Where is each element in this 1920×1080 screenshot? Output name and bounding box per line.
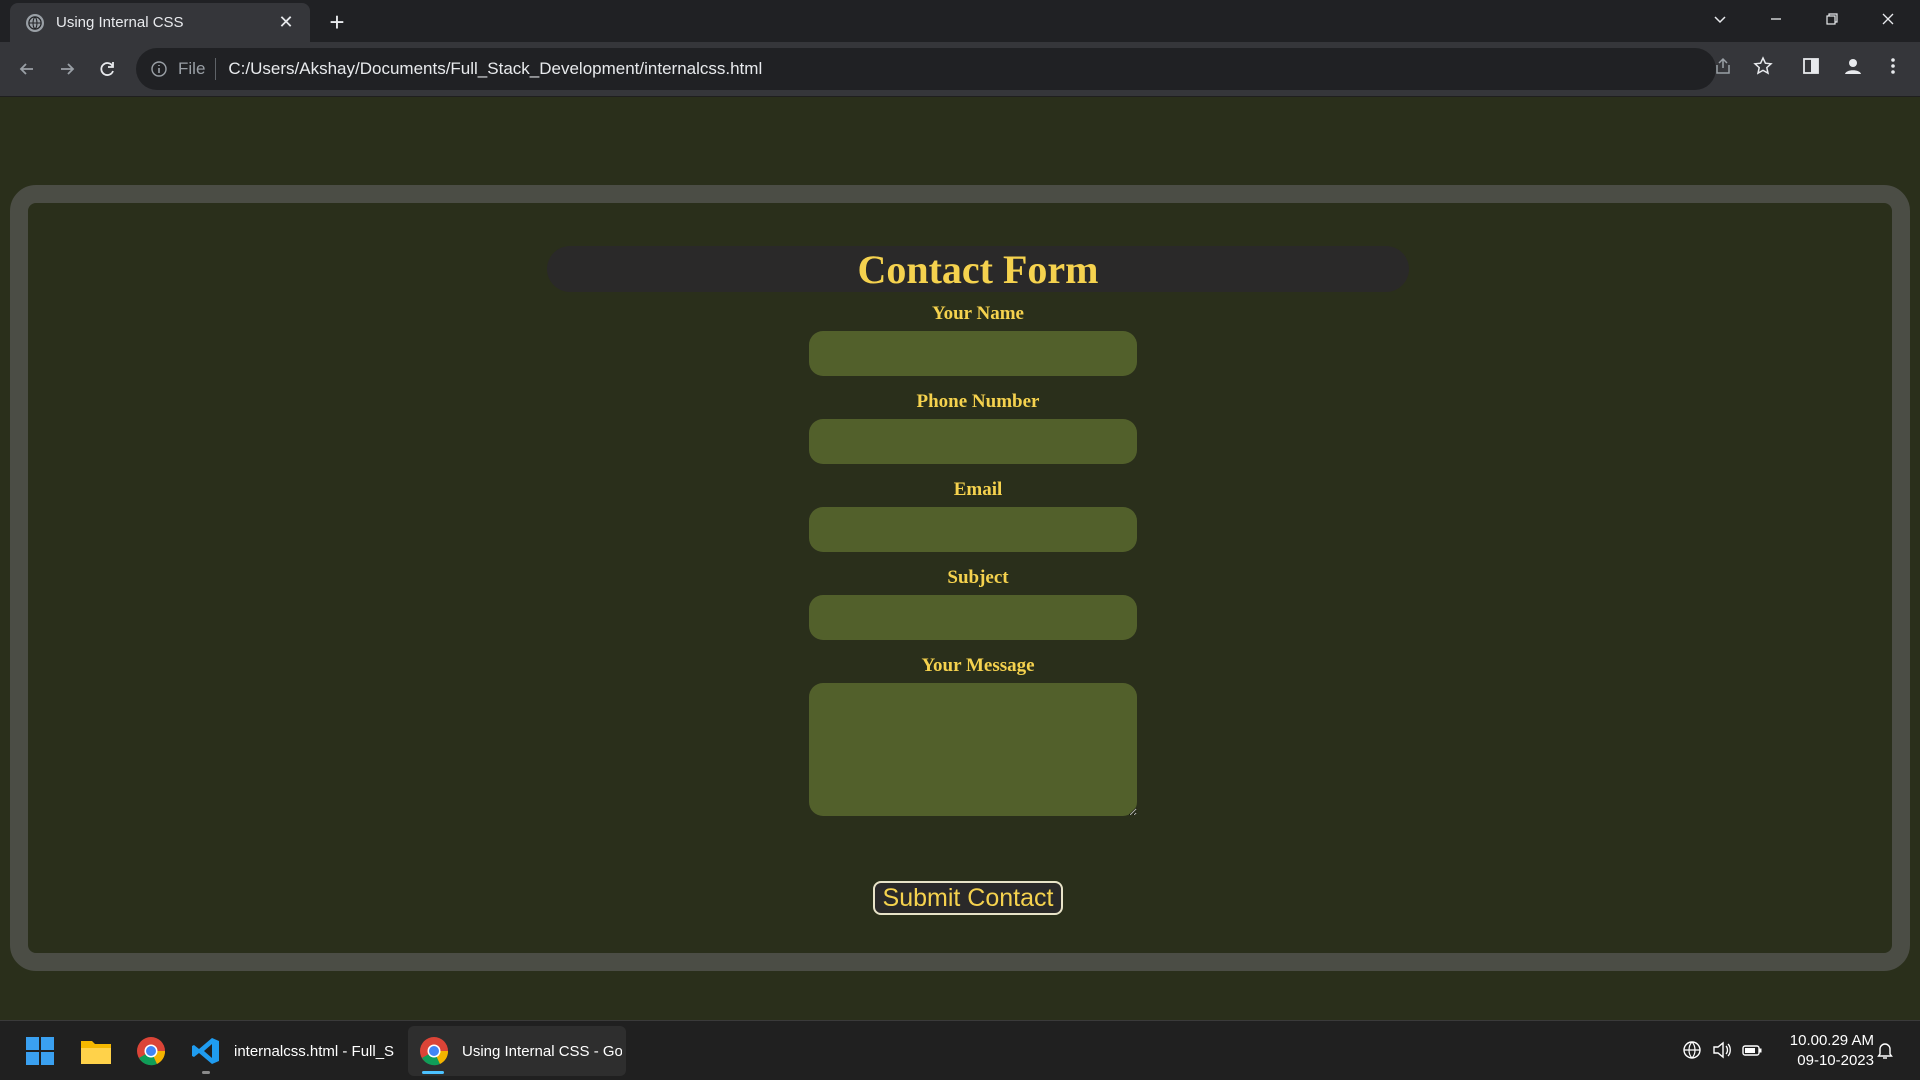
globe-icon bbox=[26, 13, 44, 32]
form-frame: Contact Form Your Name Phone Number Emai… bbox=[10, 185, 1910, 971]
forward-icon[interactable] bbox=[52, 54, 82, 84]
chrome-icon[interactable] bbox=[133, 1033, 169, 1069]
taskbar-app-label: internalcss.html - Full_St bbox=[234, 1042, 394, 1060]
page-title: Contact Form bbox=[857, 246, 1099, 292]
name-label: Your Name bbox=[931, 303, 1024, 324]
system-clock[interactable]: 10.00.29 AM 09-10-2023 bbox=[1774, 1031, 1874, 1071]
side-panel-icon[interactable] bbox=[1796, 51, 1826, 81]
taskbar-chrome-app[interactable]: Using Internal CSS - Goo bbox=[408, 1026, 626, 1076]
taskbar-app-label: Using Internal CSS - Goo bbox=[462, 1042, 622, 1060]
browser-tab-bar: Using Internal CSS ✕ + bbox=[0, 0, 1920, 42]
email-input[interactable] bbox=[809, 507, 1137, 552]
tab-title: Using Internal CSS bbox=[56, 14, 184, 31]
name-input[interactable] bbox=[809, 331, 1137, 376]
tab-close-icon[interactable]: ✕ bbox=[274, 11, 298, 35]
url-text[interactable]: C:/Users/Akshay/Documents/Full_Stack_Dev… bbox=[228, 59, 762, 79]
heading-bar: Contact Form bbox=[547, 246, 1409, 292]
file-scheme-label: File bbox=[178, 58, 217, 80]
restore-icon[interactable] bbox=[1804, 0, 1860, 38]
subject-input[interactable] bbox=[809, 595, 1137, 640]
message-textarea[interactable] bbox=[809, 683, 1137, 816]
minimize-icon[interactable] bbox=[1748, 0, 1804, 38]
browser-toolbar: File C:/Users/Akshay/Documents/Full_Stac… bbox=[0, 42, 1920, 97]
info-icon[interactable] bbox=[150, 60, 168, 78]
clock-date: 09-10-2023 bbox=[1797, 1052, 1874, 1069]
browser-tab[interactable]: Using Internal CSS ✕ bbox=[10, 3, 310, 42]
tab-search-icon[interactable] bbox=[1692, 0, 1748, 38]
share-icon[interactable] bbox=[1708, 51, 1738, 81]
phone-input[interactable] bbox=[809, 419, 1137, 464]
back-icon[interactable] bbox=[12, 54, 42, 84]
email-label: Email bbox=[953, 479, 1003, 500]
taskbar-vscode-app[interactable]: internalcss.html - Full_St bbox=[188, 1026, 398, 1076]
clock-time: 10.00.29 AM bbox=[1789, 1032, 1874, 1049]
profile-icon[interactable] bbox=[1838, 51, 1868, 81]
phone-label: Phone Number bbox=[916, 391, 1040, 412]
bookmark-star-icon[interactable] bbox=[1748, 51, 1778, 81]
message-label: Your Message bbox=[921, 655, 1035, 676]
app-running-indicator bbox=[202, 1071, 210, 1074]
file-explorer-icon[interactable] bbox=[78, 1033, 114, 1069]
windows-start-icon[interactable] bbox=[22, 1033, 58, 1069]
language-globe-icon[interactable] bbox=[1679, 1037, 1705, 1063]
address-bar[interactable]: File C:/Users/Akshay/Documents/Full_Stac… bbox=[136, 48, 1716, 90]
submit-contact-button[interactable]: Submit Contact bbox=[873, 881, 1063, 915]
chrome-icon bbox=[416, 1033, 452, 1069]
battery-icon[interactable] bbox=[1739, 1037, 1765, 1063]
new-tab-button[interactable]: + bbox=[322, 7, 352, 37]
close-window-icon[interactable] bbox=[1860, 0, 1916, 38]
more-menu-icon[interactable] bbox=[1878, 51, 1908, 81]
reload-icon[interactable] bbox=[92, 54, 122, 84]
subject-label: Subject bbox=[947, 567, 1009, 588]
web-page: Contact Form Your Name Phone Number Emai… bbox=[0, 97, 1920, 1020]
taskbar: internalcss.html - Full_St Using Interna… bbox=[0, 1020, 1920, 1080]
notification-bell-icon[interactable] bbox=[1872, 1037, 1898, 1063]
app-active-indicator bbox=[422, 1071, 444, 1074]
volume-icon[interactable] bbox=[1709, 1037, 1735, 1063]
vscode-icon bbox=[188, 1033, 224, 1069]
